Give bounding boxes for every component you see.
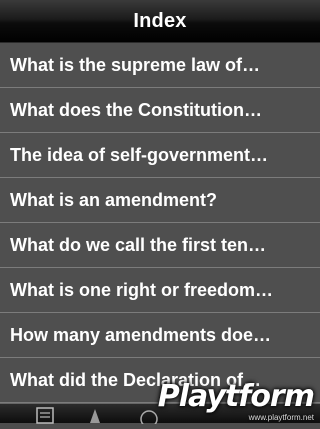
list-item[interactable]: How many amendments doe… — [0, 313, 320, 358]
list-item[interactable]: What is one right or freedom… — [0, 268, 320, 313]
index-tab-icon[interactable] — [34, 406, 56, 424]
page-title: Index — [133, 9, 187, 32]
list-item[interactable]: What did the Declaration of… — [0, 358, 320, 403]
list-item[interactable]: What do we call the first ten… — [0, 223, 320, 268]
navigation-bar: Index — [0, 0, 320, 43]
list-item[interactable]: What is the supreme law of… — [0, 43, 320, 88]
study-tab-icon[interactable] — [84, 406, 106, 424]
list-item[interactable]: The idea of self-government… — [0, 133, 320, 178]
question-list: What is the supreme law of… What does th… — [0, 43, 320, 403]
list-item[interactable]: What is an amendment? — [0, 178, 320, 223]
tab-bar — [0, 403, 320, 428]
quiz-tab-icon[interactable] — [138, 406, 160, 428]
list-item[interactable]: What does the Constitution… — [0, 88, 320, 133]
